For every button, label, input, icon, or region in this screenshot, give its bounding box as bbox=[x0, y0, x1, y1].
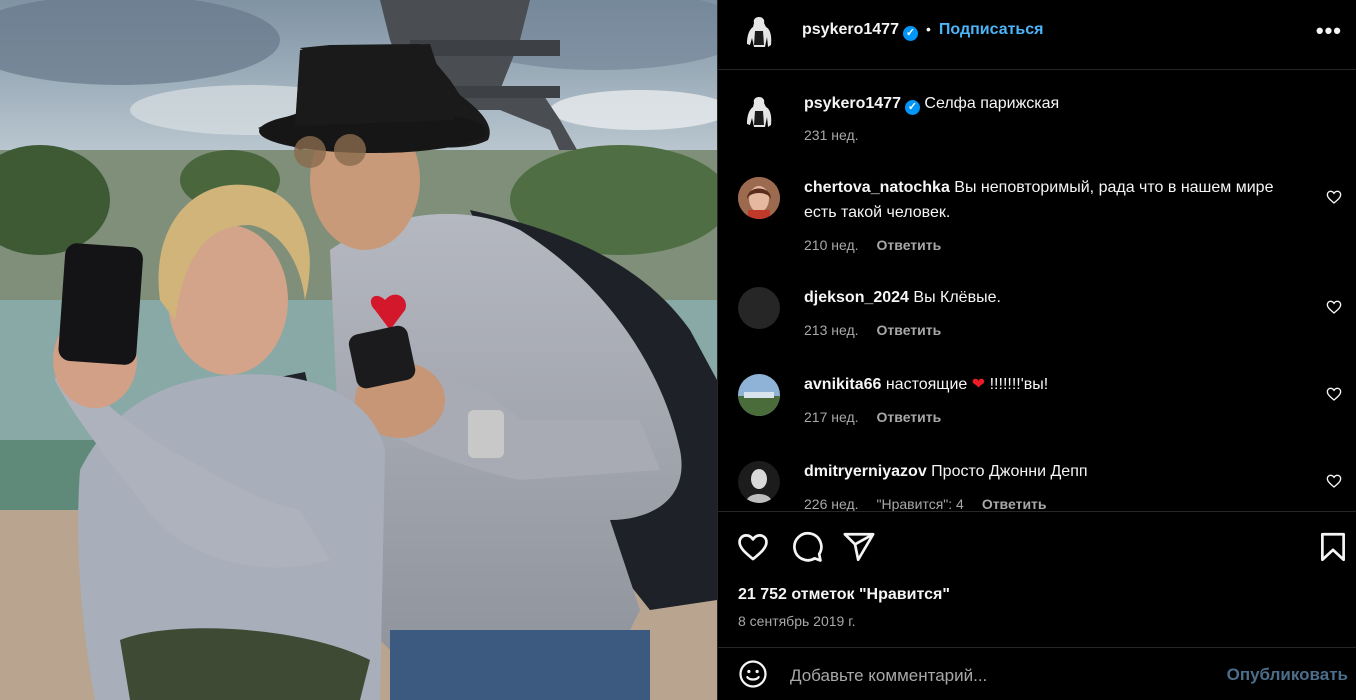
comment-meta: 217 нед. Ответить bbox=[804, 409, 959, 425]
comment-meta: 210 нед. Ответить bbox=[804, 237, 959, 253]
author-avatar[interactable] bbox=[738, 11, 780, 53]
comment-text-row: dmitryerniyazov Просто Джонни Депп bbox=[804, 459, 1284, 484]
follow-button[interactable]: Подписаться bbox=[939, 21, 1044, 38]
verified-badge-icon: ✓ bbox=[904, 100, 920, 115]
emoji-icon[interactable] bbox=[738, 659, 768, 689]
commenter-avatar[interactable] bbox=[738, 287, 780, 329]
author-avatar-image bbox=[747, 17, 772, 47]
comment-item: dmitryerniyazov Просто Джонни Депп 226 н… bbox=[718, 459, 1356, 511]
comment-like-heart-icon[interactable] bbox=[1326, 473, 1342, 489]
comment-like-heart-icon[interactable] bbox=[1326, 299, 1342, 315]
caption-text: Селфа парижская bbox=[924, 95, 1060, 112]
comment-time[interactable]: 217 нед. bbox=[804, 409, 859, 425]
comment-meta: 226 нед. "Нравится": 4 Ответить bbox=[804, 496, 1065, 511]
comment-text: Вы Клёвые. bbox=[913, 289, 1001, 306]
comment-text-row: chertova_natochka Вы неповторимый, рада … bbox=[804, 175, 1284, 225]
separator-dot: • bbox=[925, 21, 931, 37]
commenter-avatar[interactable] bbox=[738, 461, 780, 503]
author-username[interactable]: psykero1477 bbox=[802, 21, 899, 38]
caption-avatar-image bbox=[747, 97, 772, 127]
comment-icon[interactable] bbox=[790, 530, 824, 564]
comment-time[interactable]: 210 нед. bbox=[804, 237, 859, 253]
reply-button[interactable]: Ответить bbox=[877, 237, 942, 253]
header-user-row: psykero1477 ✓ • Подписаться bbox=[802, 21, 1044, 41]
commenter-avatar-image bbox=[738, 374, 780, 416]
verified-badge-icon: ✓ bbox=[902, 26, 918, 41]
reply-button[interactable]: Ответить bbox=[982, 496, 1047, 511]
comment-text-row: avnikita66 настоящие ❤ !!!!!!!'вы! bbox=[804, 372, 1284, 397]
comment-username[interactable]: chertova_natochka bbox=[804, 179, 950, 196]
comment-text-before: настоящие bbox=[885, 376, 968, 393]
comment-likes[interactable]: "Нравится": 4 bbox=[877, 496, 964, 511]
comment-item: avnikita66 настоящие ❤ !!!!!!!'вы! 217 н… bbox=[718, 372, 1356, 432]
comment-like-heart-icon[interactable] bbox=[1326, 386, 1342, 402]
commenter-avatar-image bbox=[738, 461, 780, 503]
comment-meta: 213 нед. Ответить bbox=[804, 322, 959, 338]
commenter-avatar[interactable] bbox=[738, 177, 780, 219]
reply-button[interactable]: Ответить bbox=[877, 409, 942, 425]
bookmark-icon[interactable] bbox=[1316, 530, 1350, 564]
likes-count[interactable]: 21 752 отметок "Нравится" bbox=[738, 586, 950, 604]
comment-username[interactable]: djekson_2024 bbox=[804, 289, 909, 306]
caption-meta: 231 нед. bbox=[804, 127, 877, 143]
post-side-panel: psykero1477 ✓ • Подписаться ••• psykero1477… bbox=[717, 0, 1356, 700]
post-actions: 21 752 отметок "Нравится" 8 сентябрь 201… bbox=[718, 511, 1356, 647]
red-heart-emoji: ❤ bbox=[971, 376, 986, 393]
post-photo[interactable] bbox=[0, 0, 717, 700]
commenter-avatar-image bbox=[738, 177, 780, 219]
commenter-avatar[interactable] bbox=[738, 374, 780, 416]
post-date: 8 сентябрь 2019 г. bbox=[738, 613, 856, 629]
comment-time[interactable]: 213 нед. bbox=[804, 322, 859, 338]
post-header: psykero1477 ✓ • Подписаться ••• bbox=[718, 0, 1356, 70]
reply-button[interactable]: Ответить bbox=[877, 322, 942, 338]
caption-username[interactable]: psykero1477 bbox=[804, 95, 901, 112]
comment-username[interactable]: dmitryerniyazov bbox=[804, 463, 927, 480]
more-options-icon[interactable]: ••• bbox=[1316, 18, 1342, 44]
post-dialog: psykero1477 ✓ • Подписаться ••• psykero1477… bbox=[0, 0, 1356, 700]
comment-text-after: !!!!!!!'вы! bbox=[989, 376, 1049, 393]
photo-illustration bbox=[0, 0, 717, 700]
heart-icon[interactable] bbox=[736, 530, 770, 564]
caption-avatar[interactable] bbox=[738, 91, 780, 133]
caption-time[interactable]: 231 нед. bbox=[804, 127, 859, 143]
comment-username[interactable]: avnikita66 bbox=[804, 376, 881, 393]
caption-item: psykero1477 ✓ Селфа парижская 231 нед. bbox=[718, 85, 1356, 155]
caption-text-row: psykero1477 ✓ Селфа парижская bbox=[804, 91, 1284, 116]
comment-item: djekson_2024 Вы Клёвые. 213 нед. Ответить bbox=[718, 285, 1356, 345]
comment-time[interactable]: 226 нед. bbox=[804, 496, 859, 511]
publish-button[interactable]: Опубликовать bbox=[1227, 665, 1348, 685]
comment-input[interactable] bbox=[788, 662, 1212, 690]
comment-like-heart-icon[interactable] bbox=[1326, 189, 1342, 205]
comments-list[interactable]: psykero1477 ✓ Селфа парижская 231 нед. c… bbox=[718, 71, 1356, 511]
comment-text-row: djekson_2024 Вы Клёвые. bbox=[804, 285, 1284, 310]
comment-item: chertova_natochka Вы неповторимый, рада … bbox=[718, 175, 1356, 265]
add-comment-bar: Опубликовать bbox=[718, 647, 1356, 700]
share-icon[interactable] bbox=[842, 530, 876, 564]
comment-text: Просто Джонни Депп bbox=[931, 463, 1088, 480]
